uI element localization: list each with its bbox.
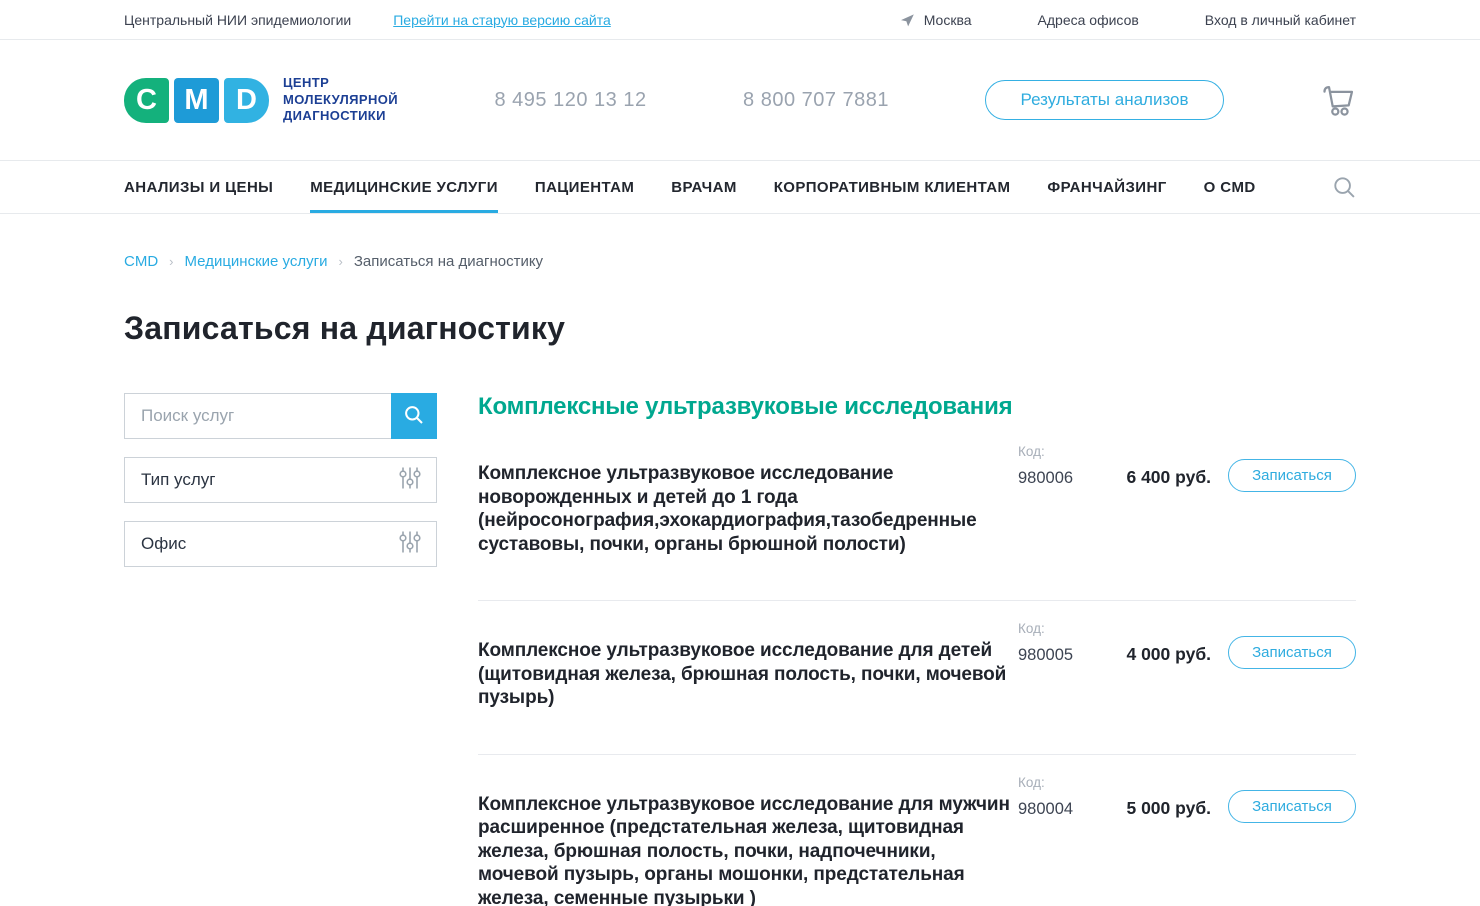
filter-service-type-label: Тип услуг — [141, 470, 216, 490]
search-input[interactable] — [125, 394, 391, 438]
service-code-block: Код: 980004 — [1018, 775, 1106, 819]
code-label: Код: — [1018, 621, 1106, 636]
service-title: Комплексное ультразвуковое исследование … — [478, 639, 1013, 710]
header: C M D ЦЕНТР МОЛЕКУЛЯРНОЙ ДИАГНОСТИКИ 8 4… — [0, 40, 1480, 161]
service-price: 6 400 руб. — [1106, 467, 1211, 488]
phone-federal[interactable]: 8 800 707 7881 — [743, 89, 889, 112]
logo-letter-m: M — [174, 78, 219, 123]
service-row: Комплексное ультразвуковое исследование … — [478, 754, 1356, 906]
services-section: Комплексные ультразвуковые исследования … — [478, 393, 1356, 906]
book-button[interactable]: Записаться — [1228, 790, 1356, 823]
nav-item-4[interactable]: КОРПОРАТИВНЫМ КЛИЕНТАМ — [774, 161, 1011, 213]
city-label: Москва — [924, 12, 972, 28]
breadcrumb-current: Записаться на диагностику — [354, 253, 543, 270]
nav-search-icon[interactable] — [1333, 161, 1356, 213]
nav-item-5[interactable]: ФРАНЧАЙЗИНГ — [1047, 161, 1166, 213]
service-row: Комплексное ультразвуковое исследование … — [478, 444, 1356, 600]
service-price: 4 000 руб. — [1106, 644, 1211, 665]
org-name: Центральный НИИ эпидемиологии — [124, 12, 351, 28]
phone-moscow[interactable]: 8 495 120 13 12 — [494, 89, 646, 112]
services-list: Комплексное ультразвуковое исследование … — [478, 444, 1356, 906]
service-search-box — [124, 393, 437, 439]
section-heading: Комплексные ультразвуковые исследования — [478, 393, 1356, 421]
results-button[interactable]: Результаты анализов — [985, 80, 1223, 120]
page-title: Записаться на диагностику — [124, 310, 1356, 347]
city-selector[interactable]: Москва — [899, 12, 972, 28]
login-link[interactable]: Вход в личный кабинет — [1205, 12, 1356, 28]
breadcrumb-separator: › — [338, 254, 342, 269]
search-icon — [404, 405, 424, 428]
service-title: Комплексное ультразвуковое исследование … — [478, 462, 1013, 556]
code-label: Код: — [1018, 444, 1106, 459]
breadcrumb-home[interactable]: CMD — [124, 253, 158, 270]
cmd-logo-blocks: C M D — [124, 78, 269, 123]
cmd-logo[interactable]: C M D ЦЕНТР МОЛЕКУЛЯРНОЙ ДИАГНОСТИКИ — [124, 75, 398, 125]
code-value: 980006 — [1018, 469, 1106, 488]
nav-item-6[interactable]: О CMD — [1204, 161, 1256, 213]
breadcrumb-services[interactable]: Медицинские услуги — [185, 253, 328, 270]
filter-service-type[interactable]: Тип услуг — [124, 457, 437, 503]
code-label: Код: — [1018, 775, 1106, 790]
search-button[interactable] — [391, 393, 437, 439]
location-icon — [899, 12, 915, 28]
filters-sidebar: Тип услуг Офис — [124, 393, 437, 906]
cart-icon[interactable] — [1320, 83, 1356, 117]
offices-link[interactable]: Адреса офисов — [1038, 12, 1139, 28]
filter-office[interactable]: Офис — [124, 521, 437, 567]
topbar: Центральный НИИ эпидемиологии Перейти на… — [0, 0, 1480, 40]
old-site-link[interactable]: Перейти на старую версию сайта — [393, 12, 611, 28]
logo-letter-c: C — [124, 78, 169, 123]
logo-tagline: ЦЕНТР МОЛЕКУЛЯРНОЙ ДИАГНОСТИКИ — [283, 75, 398, 125]
breadcrumb-separator: › — [169, 254, 173, 269]
nav-item-2[interactable]: ПАЦИЕНТАМ — [535, 161, 634, 213]
sliders-icon — [398, 530, 422, 559]
nav-item-1[interactable]: МЕДИЦИНСКИЕ УСЛУГИ — [310, 161, 498, 213]
main-nav: АНАЛИЗЫ И ЦЕНЫ МЕДИЦИНСКИЕ УСЛУГИ ПАЦИЕНТА… — [0, 161, 1480, 214]
service-row: Комплексное ультразвуковое исследование … — [478, 600, 1356, 754]
nav-items: АНАЛИЗЫ И ЦЕНЫ МЕДИЦИНСКИЕ УСЛУГИ ПАЦИЕНТА… — [124, 161, 1356, 213]
logo-letter-d: D — [224, 78, 269, 123]
book-button[interactable]: Записаться — [1228, 459, 1356, 492]
service-title: Комплексное ультразвуковое исследование … — [478, 793, 1013, 906]
service-code-block: Код: 980006 — [1018, 444, 1106, 488]
sliders-icon — [398, 466, 422, 495]
nav-item-0[interactable]: АНАЛИЗЫ И ЦЕНЫ — [124, 161, 273, 213]
code-value: 980004 — [1018, 800, 1106, 819]
breadcrumb: CMD › Медицинские услуги › Записаться на… — [124, 253, 1356, 270]
book-button[interactable]: Записаться — [1228, 636, 1356, 669]
code-value: 980005 — [1018, 646, 1106, 665]
filter-office-label: Офис — [141, 534, 186, 554]
nav-item-3[interactable]: ВРАЧАМ — [671, 161, 736, 213]
service-code-block: Код: 980005 — [1018, 621, 1106, 665]
service-price: 5 000 руб. — [1106, 798, 1211, 819]
